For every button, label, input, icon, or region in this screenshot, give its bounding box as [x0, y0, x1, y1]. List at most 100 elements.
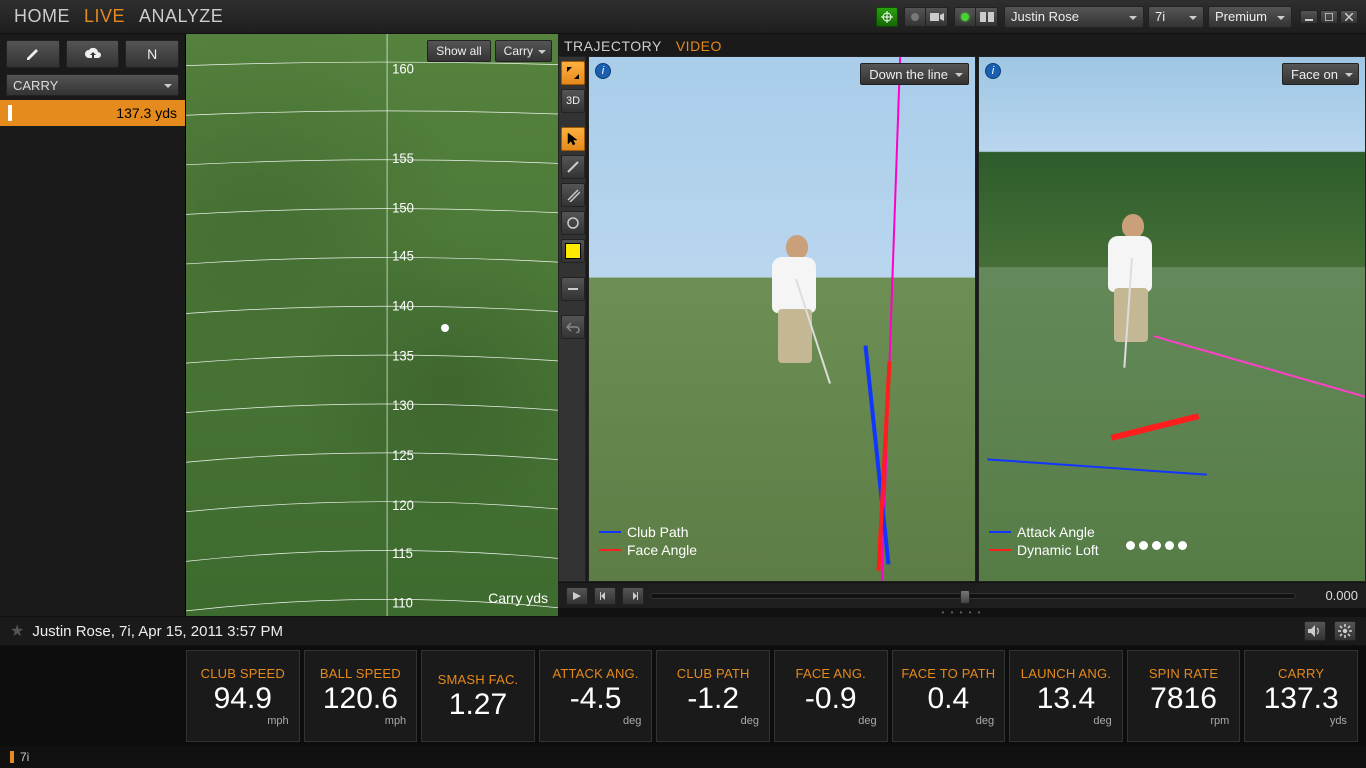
metric-label: CARRY — [1278, 666, 1324, 681]
field-axis-label: Carry yds — [488, 590, 548, 606]
metric-launch-angle[interactable]: LAUNCH ANG. 13.4 deg — [1009, 650, 1123, 742]
playback-track[interactable] — [650, 593, 1296, 599]
splitter-handle[interactable]: • • • • • — [558, 608, 1366, 616]
gear-icon — [1338, 624, 1352, 638]
metric-unit: deg — [623, 715, 649, 727]
nav-tabs: HOME LIVE ANALYZE — [4, 6, 223, 27]
camera-left-button[interactable] — [926, 7, 948, 27]
camera-left-status[interactable] — [904, 7, 926, 27]
tool-3d[interactable]: 3D — [561, 89, 585, 113]
metric-ball-speed[interactable]: BALL SPEED 120.6 mph — [304, 650, 418, 742]
nav-home[interactable]: HOME — [14, 6, 70, 27]
tool-line[interactable] — [561, 155, 585, 179]
metric-value: 7816 — [1150, 681, 1217, 717]
metric-unit: rpm — [1210, 715, 1237, 727]
mute-button[interactable] — [1304, 621, 1326, 641]
tool-pointer[interactable] — [561, 127, 585, 151]
svg-text:135: 135 — [392, 348, 414, 363]
svg-text:125: 125 — [392, 448, 414, 463]
camera-select-right-label: Face on — [1291, 67, 1338, 82]
svg-text:145: 145 — [392, 248, 414, 263]
metric-club-path[interactable]: CLUB PATH -1.2 deg — [656, 650, 770, 742]
pencil-icon — [25, 46, 41, 62]
favorite-star[interactable]: ★ — [10, 621, 24, 641]
metric-attack-angle[interactable]: ATTACK ANG. -4.5 deg — [539, 650, 653, 742]
metric-smash-factor[interactable]: SMASH FAC. 1.27 — [421, 650, 535, 742]
metric-face-angle[interactable]: FACE ANG. -0.9 deg — [774, 650, 888, 742]
legend-right: Attack Angle Dynamic Loft — [989, 523, 1099, 559]
circle-icon — [566, 216, 580, 230]
tool-undo[interactable] — [561, 315, 585, 339]
metric-value: -4.5 — [570, 681, 622, 717]
legend-swatch-blue — [989, 531, 1011, 533]
step-back-icon — [600, 591, 610, 601]
camera-icon — [930, 12, 944, 22]
tier-select[interactable]: Premium — [1208, 6, 1292, 28]
camera-select-left[interactable]: Down the line — [860, 63, 969, 85]
shot-info-line: ★ Justin Rose, 7i, Apr 15, 2011 3:57 PM — [0, 616, 1366, 646]
show-all-label: Show all — [436, 44, 481, 58]
tool-circle[interactable] — [561, 211, 585, 235]
metric-spin-rate[interactable]: SPIN RATE 7816 rpm — [1127, 650, 1241, 742]
tool-fullscreen[interactable] — [561, 61, 585, 85]
landing-field[interactable]: 110 115 120 125 130 135 140 145 150 155 … — [186, 34, 558, 616]
club-select-label: 7i — [1155, 9, 1165, 24]
metric-club-speed[interactable]: CLUB SPEED 94.9 mph — [186, 650, 300, 742]
step-back-button[interactable] — [594, 587, 616, 605]
camera-select-right[interactable]: Face on — [1282, 63, 1359, 85]
nav-analyze[interactable]: ANALYZE — [139, 6, 223, 27]
settings-button[interactable] — [1334, 621, 1356, 641]
camera-right-button[interactable] — [976, 7, 998, 27]
workspace: N CARRY 137.3 yds — [0, 34, 1366, 616]
tool-double-line[interactable] — [561, 183, 585, 207]
svg-text:130: 130 — [392, 398, 414, 413]
tool-erase[interactable] — [561, 277, 585, 301]
edit-button[interactable] — [6, 40, 60, 68]
metric-value: 1.27 — [449, 687, 507, 723]
metric-label: BALL SPEED — [320, 666, 401, 681]
tab-trajectory[interactable]: TRAJECTORY — [564, 38, 662, 54]
metric-unit: mph — [385, 715, 414, 727]
field-mode-select[interactable]: Carry — [495, 40, 552, 62]
status-club: 7i — [20, 750, 29, 764]
crosshair-icon — [881, 11, 893, 23]
camera-right-status[interactable] — [954, 7, 976, 27]
tool-color[interactable] — [561, 239, 585, 263]
upload-button[interactable] — [66, 40, 120, 68]
sidebar-metric-select[interactable]: CARRY — [6, 74, 179, 96]
video-panel-tabs: TRAJECTORY VIDEO — [558, 34, 1366, 56]
video-info-button-right[interactable]: i — [985, 63, 1001, 79]
club-select[interactable]: 7i — [1148, 6, 1204, 28]
show-all-button[interactable]: Show all — [427, 40, 490, 62]
line-icon — [566, 160, 580, 174]
player-select[interactable]: Justin Rose — [1004, 6, 1144, 28]
metric-unit: yds — [1330, 715, 1355, 727]
minus-icon — [567, 283, 579, 295]
video-toolbar: 3D — [558, 56, 586, 582]
shot-row[interactable]: 137.3 yds — [0, 100, 185, 126]
close-button[interactable] — [1340, 10, 1358, 24]
video-info-button-left[interactable]: i — [595, 63, 611, 79]
normalize-button[interactable]: N — [125, 40, 179, 68]
metric-unit: mph — [267, 715, 296, 727]
tab-video[interactable]: VIDEO — [676, 38, 722, 54]
layout-icon — [980, 12, 994, 22]
status-lamp-off-icon — [911, 13, 919, 21]
video-left[interactable]: i Down the line Club Path Face Angle — [588, 56, 976, 582]
video-right[interactable]: i Face on Attack Angle Dynamic Loft — [978, 56, 1366, 582]
golfer-figure — [1096, 214, 1156, 354]
normalize-button-label: N — [147, 46, 157, 62]
play-button[interactable] — [566, 587, 588, 605]
playback-handle[interactable] — [960, 590, 970, 604]
playback-bar: 0.000 — [558, 582, 1366, 608]
legend-swatch-blue — [599, 531, 621, 533]
metric-carry[interactable]: CARRY 137.3 yds — [1244, 650, 1358, 742]
minimize-button[interactable] — [1300, 10, 1318, 24]
metric-face-to-path[interactable]: FACE TO PATH 0.4 deg — [892, 650, 1006, 742]
cloud-upload-icon — [84, 47, 102, 61]
legend-label: Club Path — [627, 523, 688, 541]
maximize-button[interactable] — [1320, 10, 1338, 24]
step-forward-button[interactable] — [622, 587, 644, 605]
target-button[interactable] — [876, 7, 898, 27]
nav-live[interactable]: LIVE — [84, 6, 125, 27]
